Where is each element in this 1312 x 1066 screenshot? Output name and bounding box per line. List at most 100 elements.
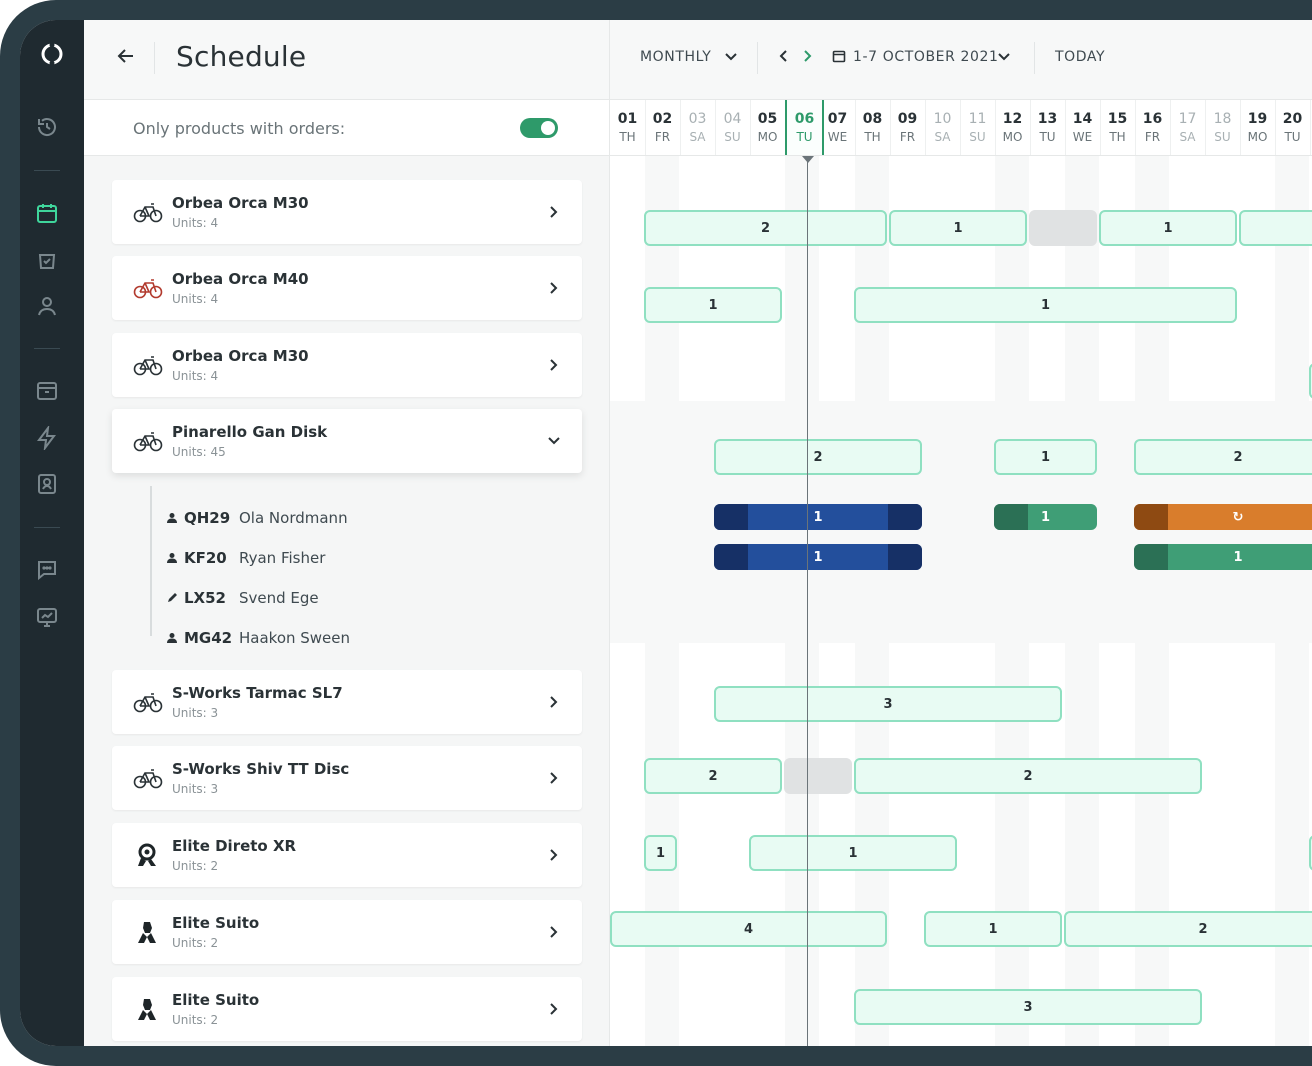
chevron-right-icon[interactable]	[544, 999, 564, 1019]
booking-bar[interactable]: 1	[644, 287, 782, 323]
day-number: 15	[1107, 111, 1128, 127]
day-of-week: SA	[1179, 130, 1196, 144]
booking-bar[interactable]: 2	[854, 758, 1202, 794]
product-card[interactable]: Orbea Orca M40 Units: 4	[112, 256, 582, 320]
calendar-icon[interactable]	[34, 200, 60, 226]
product-units: Units: 4	[172, 369, 219, 383]
unit-row[interactable]: LX52 Svend Ege	[164, 586, 319, 610]
day-number: 16	[1142, 111, 1163, 127]
booking-bar[interactable]: 1	[854, 287, 1237, 323]
archive-icon[interactable]	[34, 378, 60, 404]
day-column-header: 03 SA	[680, 100, 716, 155]
product-units: Units: 45	[172, 445, 226, 459]
booking-bar[interactable]	[1239, 210, 1312, 246]
product-card[interactable]: Orbea Orca M30 Units: 4	[112, 180, 582, 244]
contact-card-icon[interactable]	[34, 471, 60, 497]
bar-cap	[1134, 504, 1168, 530]
lightning-icon[interactable]	[34, 425, 60, 451]
booking-count: 1	[1040, 297, 1051, 313]
booking-bar[interactable]: 1	[889, 210, 1027, 246]
app-logo[interactable]	[20, 20, 84, 88]
analytics-icon[interactable]	[34, 604, 60, 630]
chevron-right-icon[interactable]	[544, 768, 564, 788]
day-column-header: 12 MO	[995, 100, 1031, 155]
chevron-right-icon[interactable]	[544, 692, 564, 712]
day-of-week: FR	[654, 130, 671, 144]
booking-bar[interactable]: 1	[749, 835, 957, 871]
product-card[interactable]: S-Works Shiv TT Disc Units: 3	[112, 746, 582, 810]
back-arrow-icon[interactable]	[114, 44, 138, 68]
product-card[interactable]: Elite Suito Units: 2	[112, 977, 582, 1041]
product-name: Elite Direto XR	[172, 837, 297, 855]
chevron-right-icon[interactable]	[544, 922, 564, 942]
product-card[interactable]: Elite Suito Units: 2	[112, 900, 582, 964]
booking-bar[interactable]: 1	[1134, 544, 1312, 570]
booking-bar[interactable]: 1	[644, 835, 677, 871]
date-range-select[interactable]: 1-7 OCTOBER 2021	[853, 49, 999, 65]
booking-bar[interactable]: 2	[644, 758, 782, 794]
page-title: Schedule	[176, 40, 307, 73]
unit-row[interactable]: KF20 Ryan Fisher	[164, 546, 325, 570]
unit-row[interactable]: MG42 Haakon Sween	[164, 626, 350, 650]
product-card[interactable]: Elite Direto XR Units: 2	[112, 823, 582, 887]
calendar-small-icon	[829, 46, 849, 66]
orders-only-toggle[interactable]	[520, 118, 558, 138]
day-number: 03	[688, 111, 707, 127]
chevron-down-icon[interactable]	[721, 46, 741, 66]
history-icon[interactable]	[34, 114, 60, 140]
booking-bar[interactable]: 3	[714, 686, 1062, 722]
booking-bar[interactable]: 2	[714, 439, 922, 475]
chevron-right-icon[interactable]	[544, 355, 564, 375]
product-card-expanded[interactable]: Pinarello Gan Disk Units: 45	[112, 409, 582, 473]
booking-bar[interactable]: 1	[714, 504, 922, 530]
booking-count: 1	[953, 220, 963, 236]
today-button[interactable]: TODAY	[1055, 49, 1105, 65]
view-mode-select[interactable]: MONTHLY	[640, 49, 711, 65]
check-badge-icon[interactable]	[34, 247, 60, 273]
user-icon[interactable]	[34, 293, 60, 319]
booking-bar[interactable]	[1029, 210, 1097, 246]
device-frame: Schedule MONTHLY 1-7 OCTOBER 2021 TODAY …	[0, 0, 1312, 1066]
unit-code: LX52	[184, 589, 226, 607]
booking-count: 2	[1233, 449, 1243, 465]
booking-bar[interactable]: 2	[644, 210, 887, 246]
booking-bar[interactable]: ↻	[1134, 504, 1312, 530]
product-name: S-Works Shiv TT Disc	[172, 760, 350, 778]
chevron-right-icon[interactable]	[544, 845, 564, 865]
toolbar-divider	[1034, 42, 1035, 74]
chevron-right-icon[interactable]	[544, 278, 564, 298]
chevron-right-icon[interactable]	[544, 202, 564, 222]
nav-rail	[20, 20, 84, 1046]
product-card[interactable]: Orbea Orca M30 Units: 4	[112, 333, 582, 397]
chevron-down-icon[interactable]	[994, 46, 1014, 66]
booking-bar[interactable]: 1	[1099, 210, 1237, 246]
booking-bar[interactable]: 1	[714, 544, 922, 570]
bar-cap	[888, 504, 922, 530]
today-line	[807, 156, 808, 1046]
booking-bar[interactable]	[784, 758, 852, 794]
unit-row[interactable]: QH29 Ola Nordmann	[164, 506, 348, 530]
booking-count: 1	[813, 509, 823, 525]
booking-bar[interactable]: 2	[1134, 439, 1312, 475]
chevron-left-icon[interactable]	[774, 46, 794, 66]
trainer-icon	[132, 995, 164, 1023]
booking-bar[interactable]: 3	[854, 989, 1202, 1025]
person-icon	[164, 630, 180, 646]
booking-bar[interactable]: 1	[994, 504, 1097, 530]
booking-bar[interactable]: 1	[994, 439, 1097, 475]
booking-count: 1	[655, 845, 666, 861]
booking-bar[interactable]: 2	[1064, 911, 1312, 947]
product-name: Elite Suito	[172, 991, 260, 1009]
product-card[interactable]: S-Works Tarmac SL7 Units: 3	[112, 670, 582, 734]
chevron-right-icon[interactable]	[797, 46, 817, 66]
product-units: Units: 4	[172, 292, 219, 306]
chevron-down-icon[interactable]	[544, 431, 564, 451]
day-of-week: MO	[757, 130, 778, 144]
units-tree-line	[150, 486, 152, 636]
day-column-header: 01 TH	[610, 100, 646, 155]
booking-bar[interactable]: 1	[924, 911, 1062, 947]
day-column-header: 06 TU	[785, 100, 824, 155]
chat-icon[interactable]	[34, 557, 60, 583]
booking-bar[interactable]: 4	[610, 911, 887, 947]
day-number: 12	[1002, 111, 1023, 127]
